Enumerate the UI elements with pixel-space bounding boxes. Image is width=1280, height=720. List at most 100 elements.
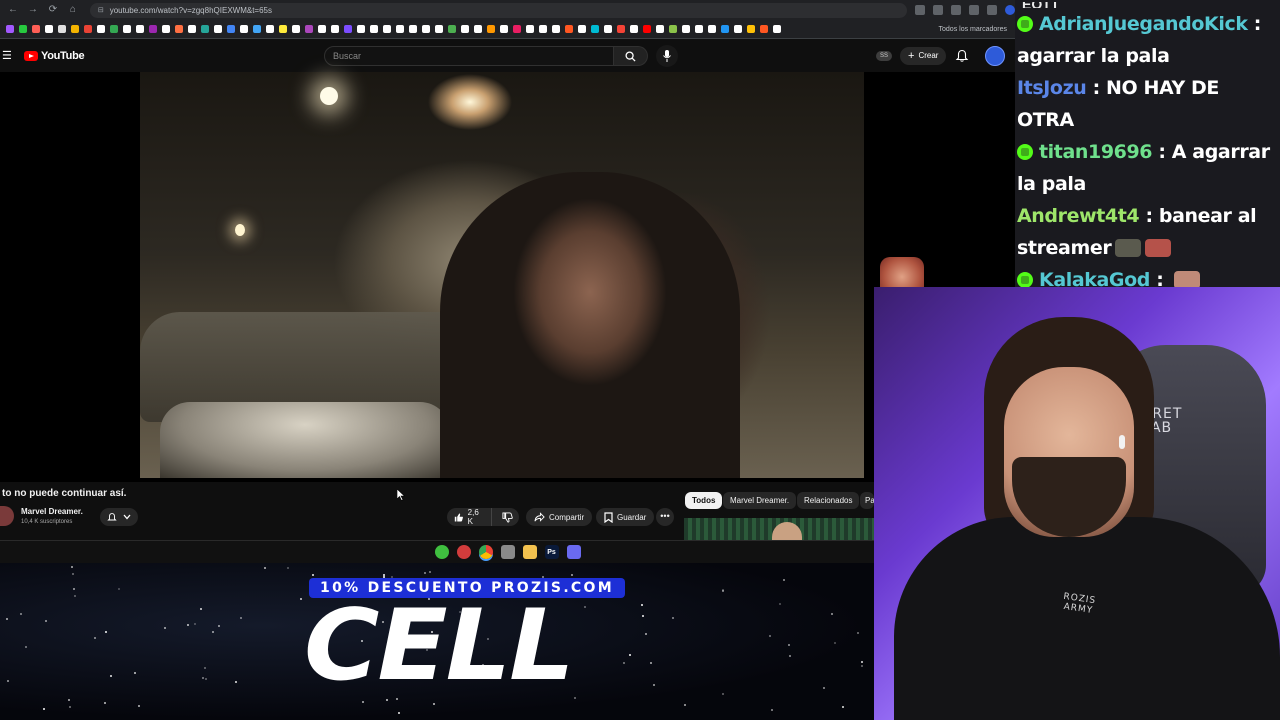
dislike-button[interactable] xyxy=(496,508,519,526)
bookmark-icon[interactable] xyxy=(422,25,430,33)
extension-icon[interactable] xyxy=(951,5,962,15)
bookmark-icon[interactable] xyxy=(123,25,131,33)
bookmark-icon[interactable] xyxy=(708,25,716,33)
extension-icon[interactable] xyxy=(987,5,998,15)
video-frame[interactable] xyxy=(140,72,864,478)
bookmark-icon[interactable] xyxy=(604,25,612,33)
bookmark-icon[interactable] xyxy=(149,25,157,33)
back-icon[interactable]: ← xyxy=(6,3,20,17)
bookmark-icon[interactable] xyxy=(227,25,235,33)
bookmark-icon[interactable] xyxy=(695,25,703,33)
app-cloud-icon[interactable] xyxy=(566,545,581,559)
bookmark-icon[interactable] xyxy=(396,25,404,33)
folder-icon[interactable] xyxy=(522,545,537,559)
forward-icon[interactable]: → xyxy=(26,3,40,17)
bookmark-icon[interactable] xyxy=(162,25,170,33)
related-video-thumbnail[interactable] xyxy=(684,518,874,544)
bookmark-icon[interactable] xyxy=(201,25,209,33)
all-bookmarks-folder[interactable]: Todos los marcadores xyxy=(939,26,1007,33)
video-player[interactable] xyxy=(0,72,1015,482)
photoshop-icon[interactable]: Ps xyxy=(544,545,559,559)
subscription-bell-button[interactable] xyxy=(100,508,138,526)
extension-icon[interactable] xyxy=(933,5,944,15)
bookmark-icon[interactable] xyxy=(383,25,391,33)
bookmark-icon[interactable] xyxy=(19,25,27,33)
bookmark-icon[interactable] xyxy=(734,25,742,33)
bookmark-icon[interactable] xyxy=(110,25,118,33)
search-input[interactable]: Buscar xyxy=(324,46,614,66)
bookmark-icon[interactable] xyxy=(461,25,469,33)
bookmark-icon[interactable] xyxy=(136,25,144,33)
youtube-logo[interactable]: YouTube xyxy=(24,50,85,62)
like-button[interactable]: 2,6 K xyxy=(447,508,492,526)
bookmark-icon[interactable] xyxy=(6,25,14,33)
cube-icon[interactable] xyxy=(500,545,515,559)
bookmark-icon[interactable] xyxy=(214,25,222,33)
channel-name[interactable]: Marvel Dreamer. xyxy=(21,507,83,516)
share-button[interactable]: Compartir xyxy=(526,508,593,526)
chip-truncated[interactable]: Pa xyxy=(860,492,874,509)
extension-icon[interactable] xyxy=(915,5,926,15)
bookmark-icon[interactable] xyxy=(370,25,378,33)
reload-icon[interactable]: ⟳ xyxy=(46,3,60,17)
chat-username[interactable]: AdrianJuegandoKick xyxy=(1039,13,1248,35)
extension-icon[interactable] xyxy=(969,5,980,15)
channel-avatar[interactable] xyxy=(0,506,14,526)
bookmark-icon[interactable] xyxy=(32,25,40,33)
bookmark-icon[interactable] xyxy=(344,25,352,33)
chip-channel[interactable]: Marvel Dreamer. xyxy=(723,492,797,509)
bookmark-icon[interactable] xyxy=(357,25,365,33)
bookmark-icon[interactable] xyxy=(552,25,560,33)
bookmark-icon[interactable] xyxy=(188,25,196,33)
bookmark-icon[interactable] xyxy=(84,25,92,33)
bookmark-icon[interactable] xyxy=(643,25,651,33)
bookmark-icon[interactable] xyxy=(565,25,573,33)
chip-related[interactable]: Relacionados xyxy=(797,492,860,509)
address-bar[interactable]: ⊟ youtube.com/watch?v=zgq8hQIEXWM&t=65s xyxy=(89,2,908,18)
bookmark-icon[interactable] xyxy=(721,25,729,33)
bookmark-icon[interactable] xyxy=(487,25,495,33)
home-icon[interactable]: ⌂ xyxy=(66,3,80,17)
chat-username[interactable]: KalakaGod xyxy=(1039,269,1150,287)
bookmark-icon[interactable] xyxy=(71,25,79,33)
bookmark-icon[interactable] xyxy=(409,25,417,33)
bookmark-icon[interactable] xyxy=(500,25,508,33)
bookmark-icon[interactable] xyxy=(474,25,482,33)
bookmark-icon[interactable] xyxy=(45,25,53,33)
bookmark-icon[interactable] xyxy=(175,25,183,33)
bookmark-icon[interactable] xyxy=(266,25,274,33)
bookmark-icon[interactable] xyxy=(279,25,287,33)
chrome-icon[interactable] xyxy=(478,545,493,559)
chat-username[interactable]: titan19696 xyxy=(1039,141,1153,163)
voice-search-button[interactable] xyxy=(656,45,678,67)
bookmark-icon[interactable] xyxy=(578,25,586,33)
profile-icon[interactable] xyxy=(1005,5,1015,15)
site-info-icon[interactable]: ⊟ xyxy=(98,6,104,14)
bookmark-icon[interactable] xyxy=(448,25,456,33)
bookmark-icon[interactable] xyxy=(305,25,313,33)
bookmark-icon[interactable] xyxy=(513,25,521,33)
bookmark-icon[interactable] xyxy=(773,25,781,33)
bookmark-icon[interactable] xyxy=(539,25,547,33)
notifications-bell-icon[interactable] xyxy=(955,49,969,63)
bookmark-icon[interactable] xyxy=(292,25,300,33)
save-button[interactable]: Guardar xyxy=(596,508,655,526)
bookmark-icon[interactable] xyxy=(253,25,261,33)
bookmark-icon[interactable] xyxy=(435,25,443,33)
menu-icon[interactable]: ☰ xyxy=(2,49,14,63)
chip-all[interactable]: Todos xyxy=(685,492,723,509)
chat-username[interactable]: Andrewt4t4 xyxy=(1017,205,1140,227)
chat-username[interactable]: ItsJozu xyxy=(1017,77,1087,99)
bookmark-icon[interactable] xyxy=(630,25,638,33)
bookmark-icon[interactable] xyxy=(669,25,677,33)
bookmark-icon[interactable] xyxy=(331,25,339,33)
app-ring-icon[interactable] xyxy=(456,545,471,559)
app-green-icon[interactable] xyxy=(434,545,449,559)
bookmark-icon[interactable] xyxy=(318,25,326,33)
bookmark-icon[interactable] xyxy=(747,25,755,33)
bookmark-icon[interactable] xyxy=(97,25,105,33)
bookmark-icon[interactable] xyxy=(240,25,248,33)
ss-badge[interactable]: SS xyxy=(876,51,892,61)
bookmark-icon[interactable] xyxy=(617,25,625,33)
more-actions-button[interactable]: ••• xyxy=(656,508,674,526)
